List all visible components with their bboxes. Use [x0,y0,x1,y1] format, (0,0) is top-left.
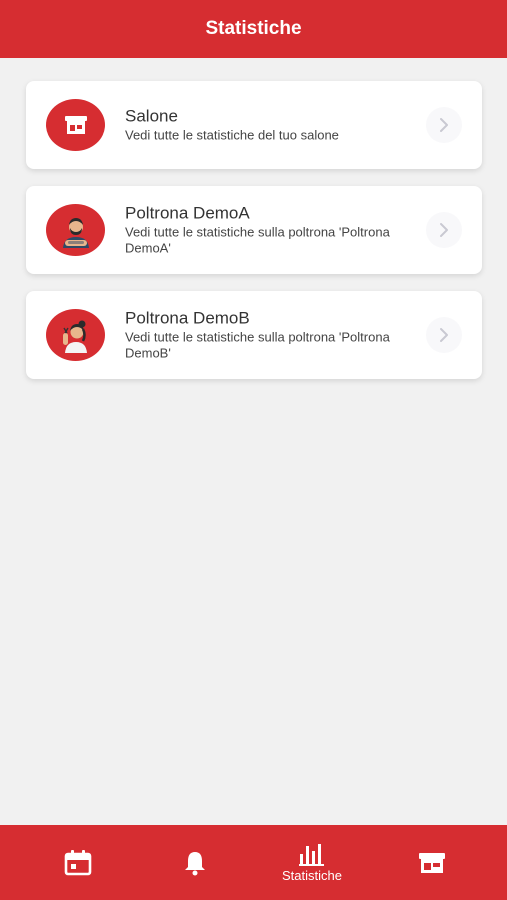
tab-label: Statistiche [282,868,342,883]
card-text: Salone Vedi tutte le statistiche del tuo… [125,107,415,144]
top-header: Statistiche [0,0,507,58]
card-subtitle: Vedi tutte le statistiche sulla poltrona… [125,224,390,256]
page-title: Statistiche [205,18,302,39]
card-subtitle: Vedi tutte le statistiche del tuo salone [125,127,339,143]
chevron-right-icon [426,317,462,353]
card-poltrona-demoa[interactable]: Poltrona DemoA Vedi tutte le statistiche… [26,186,482,274]
card-salone[interactable]: Salone Vedi tutte le statistiche del tuo… [26,81,482,169]
card-text: Poltrona DemoB Vedi tutte le statistiche… [125,309,415,362]
card-text: Poltrona DemoA Vedi tutte le statistiche… [125,204,415,257]
barber-man-avatar-icon [46,204,105,256]
app-root: Statistiche Salone Vedi tutte le statist… [0,0,507,900]
stats-list: Salone Vedi tutte le statistiche del tuo… [26,81,482,396]
tab-statistiche[interactable]: Statistiche [272,825,352,900]
tab-calendar[interactable] [38,825,118,900]
card-title: Salone [125,106,178,126]
calendar-icon [64,849,92,875]
barber-woman-avatar-icon [46,309,105,361]
chevron-right-icon [426,107,462,143]
store-icon [419,852,445,873]
card-subtitle: Vedi tutte le statistiche sulla poltrona… [125,329,390,361]
card-title: Poltrona DemoB [125,308,250,328]
bell-icon [185,851,205,875]
bar-chart-icon [299,844,324,866]
chevron-right-icon [426,212,462,248]
store-icon [46,99,105,151]
bottom-tab-bar: Statistiche [0,825,507,900]
card-title: Poltrona DemoA [125,203,250,223]
tab-notifications[interactable] [155,825,235,900]
tab-store[interactable] [392,825,472,900]
card-poltrona-demob[interactable]: Poltrona DemoB Vedi tutte le statistiche… [26,291,482,379]
